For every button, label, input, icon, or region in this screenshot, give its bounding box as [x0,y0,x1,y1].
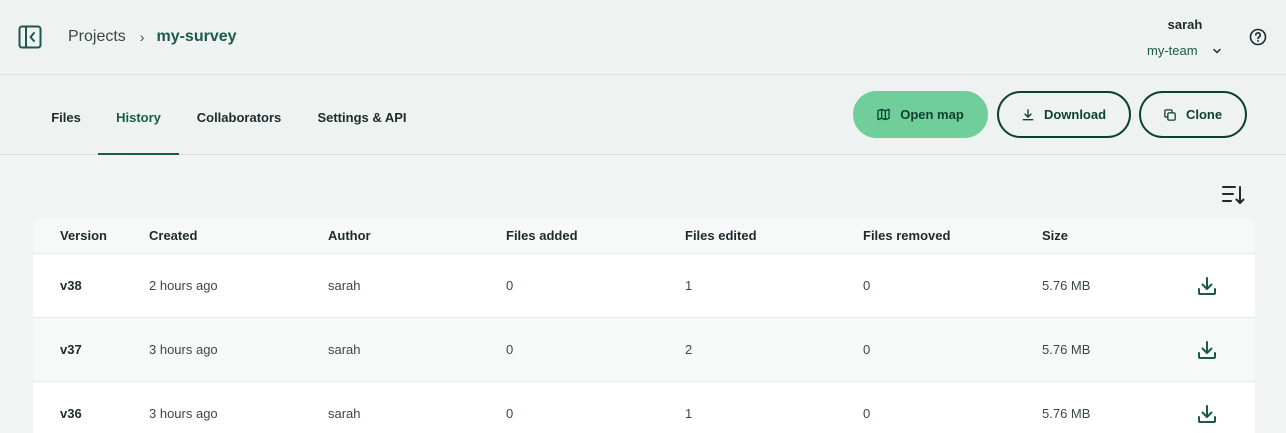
cell-author: sarah [328,278,361,293]
cell-files-added: 0 [506,406,514,421]
cell-author: sarah [328,406,361,421]
cell-size: 5.76 MB [1042,278,1091,293]
download-icon [1022,108,1034,120]
tab-settings-api[interactable]: Settings & API [306,75,418,154]
open-map-button[interactable]: Open map [853,91,988,138]
cell-version: v37 [60,342,82,357]
cell-files-removed: 0 [863,278,871,293]
download-icon[interactable] [1197,276,1217,296]
cell-files-added: 0 [506,342,514,357]
user-menu[interactable]: sarah my-team [1138,14,1228,62]
breadcrumb-separator: › [139,29,145,45]
cell-files-removed: 0 [863,342,871,357]
download-button[interactable]: Download [997,91,1131,138]
column-header-author: Author [328,228,371,243]
download-icon[interactable] [1197,340,1217,360]
map-icon [877,108,890,121]
column-header-files-removed: Files removed [863,228,951,243]
table-row[interactable]: v37 3 hours ago sarah 0 2 0 5.76 MB [33,318,1255,382]
breadcrumb-current-project[interactable]: my-survey [156,28,236,46]
tab-files[interactable]: Files [34,75,98,154]
table-row[interactable]: v38 2 hours ago sarah 0 1 0 5.76 MB [33,254,1255,318]
sort-icon[interactable] [1221,184,1245,206]
cell-author: sarah [328,342,361,357]
user-name: sarah [1167,17,1203,32]
column-header-files-added: Files added [506,228,578,243]
cell-version: v36 [60,406,82,421]
top-bar: Projects › my-survey sarah my-team [0,0,1286,75]
clone-label: Clone [1185,107,1223,122]
cell-size: 5.76 MB [1042,406,1091,421]
tabs-bar: Files History Collaborators Settings & A… [0,75,1286,155]
cell-files-edited: 1 [685,278,693,293]
table-row[interactable]: v36 3 hours ago sarah 0 1 0 5.76 MB [33,382,1255,433]
clone-icon [1164,108,1176,121]
column-header-version: Version [60,228,107,243]
breadcrumb: Projects › my-survey [68,26,237,48]
clone-button[interactable]: Clone [1139,91,1247,138]
cell-version: v38 [60,278,82,293]
open-map-label: Open map [900,107,964,122]
cell-files-removed: 0 [863,406,871,421]
cell-files-edited: 1 [685,406,693,421]
column-header-created: Created [149,228,198,243]
help-icon[interactable] [1249,28,1267,46]
cell-created: 3 hours ago [149,342,218,357]
team-name: my-team [1147,43,1198,58]
cell-files-added: 0 [506,278,514,293]
history-table: Version Created Author Files added Files… [33,218,1255,433]
cell-created: 3 hours ago [149,406,218,421]
tab-history[interactable]: History [98,75,179,155]
column-header-files-edited: Files edited [685,228,757,243]
cell-size: 5.76 MB [1042,342,1091,357]
table-header: Version Created Author Files added Files… [33,218,1255,254]
cell-files-edited: 2 [685,342,693,357]
download-label: Download [1043,107,1107,122]
sidebar-toggle-icon[interactable] [18,25,42,49]
tab-collaborators[interactable]: Collaborators [188,75,290,154]
breadcrumb-projects-link[interactable]: Projects [68,28,126,46]
column-header-size: Size [1042,228,1069,243]
chevron-down-icon [1213,48,1221,54]
cell-created: 2 hours ago [149,278,218,293]
download-icon[interactable] [1197,404,1217,424]
